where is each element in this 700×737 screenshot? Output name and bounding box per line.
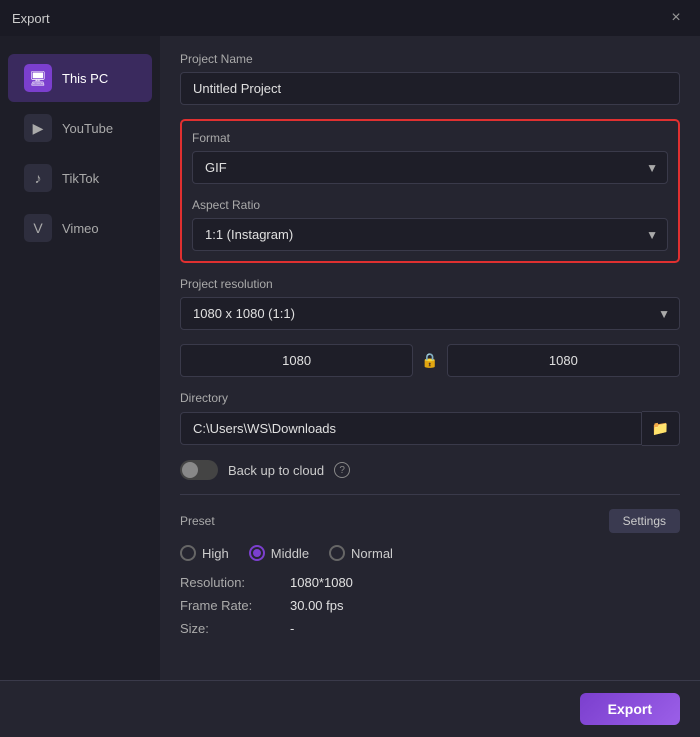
- directory-group: Directory 📁: [180, 391, 680, 446]
- size-spec-row: Size: -: [180, 621, 680, 636]
- footer: Export: [0, 680, 700, 737]
- sidebar: 🖥 This PC ▶ YouTube ♪ TikTok V Vimeo: [0, 36, 160, 680]
- project-resolution-label: Project resolution: [180, 277, 680, 291]
- format-group: Format GIF MP4 MOV ▼: [192, 131, 668, 184]
- main-panel: Project Name Format GIF MP4 MOV ▼: [160, 36, 700, 680]
- help-icon[interactable]: ?: [334, 462, 350, 478]
- browse-button[interactable]: 📁: [642, 411, 680, 446]
- backup-row: Back up to cloud ?: [180, 460, 680, 480]
- preset-normal-label: Normal: [351, 546, 393, 561]
- preset-radio-group: High Middle Normal: [180, 545, 680, 561]
- frame-rate-spec-val: 30.00 fps: [290, 598, 344, 613]
- sidebar-item-this-pc[interactable]: 🖥 This PC: [8, 54, 152, 102]
- resolution-spec-key: Resolution:: [180, 575, 290, 590]
- project-resolution-select-wrapper: 1080 x 1080 (1:1) 1920 x 1080 (16:9) 128…: [180, 297, 680, 330]
- project-name-label: Project Name: [180, 52, 680, 66]
- preset-high[interactable]: High: [180, 545, 229, 561]
- preset-middle[interactable]: Middle: [249, 545, 309, 561]
- aspect-ratio-select[interactable]: 1:1 (Instagram) 16:9 9:16 4:3: [192, 218, 668, 251]
- youtube-icon: ▶: [24, 114, 52, 142]
- preset-normal[interactable]: Normal: [329, 545, 393, 561]
- export-button[interactable]: Export: [580, 693, 680, 725]
- preset-header: Preset Settings: [180, 509, 680, 533]
- directory-label: Directory: [180, 391, 680, 405]
- project-resolution-select[interactable]: 1080 x 1080 (1:1) 1920 x 1080 (16:9) 128…: [180, 297, 680, 330]
- close-button[interactable]: ×: [664, 6, 688, 30]
- project-name-group: Project Name: [180, 52, 680, 105]
- aspect-ratio-label: Aspect Ratio: [192, 198, 668, 212]
- sidebar-item-vimeo[interactable]: V Vimeo: [8, 204, 152, 252]
- frame-rate-spec-row: Frame Rate: 30.00 fps: [180, 598, 680, 613]
- preset-middle-radio[interactable]: [249, 545, 265, 561]
- format-select[interactable]: GIF MP4 MOV: [192, 151, 668, 184]
- preset-normal-radio[interactable]: [329, 545, 345, 561]
- preset-label: Preset: [180, 514, 215, 528]
- project-resolution-group: Project resolution 1080 x 1080 (1:1) 192…: [180, 277, 680, 330]
- sidebar-item-label-tiktok: TikTok: [62, 171, 99, 186]
- preset-middle-label: Middle: [271, 546, 309, 561]
- content-area: 🖥 This PC ▶ YouTube ♪ TikTok V Vimeo Pro…: [0, 36, 700, 680]
- aspect-ratio-select-wrapper: 1:1 (Instagram) 16:9 9:16 4:3 ▼: [192, 218, 668, 251]
- resolution-spec-row: Resolution: 1080*1080: [180, 575, 680, 590]
- format-label: Format: [192, 131, 668, 145]
- titlebar: Export ×: [0, 0, 700, 36]
- resolution-height-input[interactable]: [447, 344, 680, 377]
- divider: [180, 494, 680, 495]
- sidebar-item-label-youtube: YouTube: [62, 121, 113, 136]
- lock-icon: 🔒: [421, 352, 438, 369]
- resolution-spec-val: 1080*1080: [290, 575, 353, 590]
- resolution-wh-group: 🔒: [180, 344, 680, 377]
- project-name-input[interactable]: [180, 72, 680, 105]
- backup-label: Back up to cloud: [228, 463, 324, 478]
- preset-high-label: High: [202, 546, 229, 561]
- window-title: Export: [12, 11, 50, 26]
- format-select-wrapper: GIF MP4 MOV ▼: [192, 151, 668, 184]
- sidebar-item-label-vimeo: Vimeo: [62, 221, 99, 236]
- directory-row: 📁: [180, 411, 680, 446]
- tiktok-icon: ♪: [24, 164, 52, 192]
- size-spec-val: -: [290, 621, 294, 636]
- directory-input[interactable]: [180, 412, 642, 445]
- backup-toggle[interactable]: [180, 460, 218, 480]
- frame-rate-spec-key: Frame Rate:: [180, 598, 290, 613]
- preset-middle-radio-dot: [253, 549, 261, 557]
- vimeo-icon: V: [24, 214, 52, 242]
- sidebar-item-label-this-pc: This PC: [62, 71, 108, 86]
- this-pc-icon: 🖥: [24, 64, 52, 92]
- format-aspect-box: Format GIF MP4 MOV ▼ Aspect Ratio: [180, 119, 680, 263]
- export-window: Export × 🖥 This PC ▶ YouTube ♪ TikTok V …: [0, 0, 700, 737]
- toggle-knob: [182, 462, 198, 478]
- settings-button[interactable]: Settings: [609, 509, 680, 533]
- resolution-width-input[interactable]: [180, 344, 413, 377]
- sidebar-item-tiktok[interactable]: ♪ TikTok: [8, 154, 152, 202]
- preset-high-radio[interactable]: [180, 545, 196, 561]
- size-spec-key: Size:: [180, 621, 290, 636]
- sidebar-item-youtube[interactable]: ▶ YouTube: [8, 104, 152, 152]
- aspect-ratio-group: Aspect Ratio 1:1 (Instagram) 16:9 9:16 4…: [192, 198, 668, 251]
